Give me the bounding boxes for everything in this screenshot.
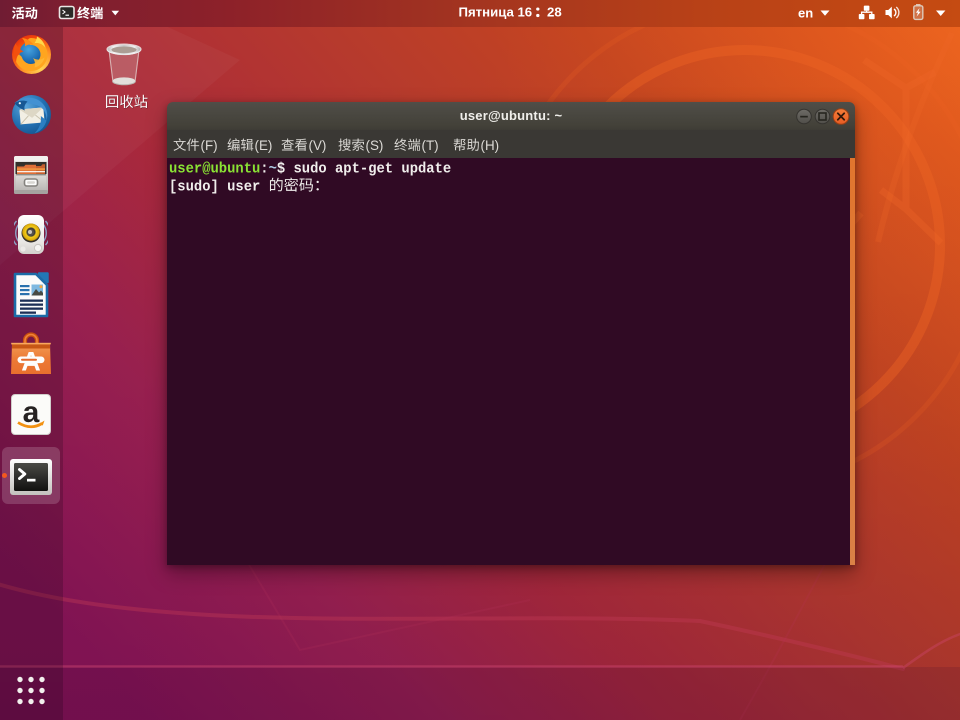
svg-text:(S): (S) [366, 138, 384, 153]
svg-text:$ sudo apt-get update: $ sudo apt-get update [277, 161, 451, 178]
svg-text:(T): (T) [422, 138, 439, 153]
svg-text:Пятница 16: Пятница 16 [459, 5, 533, 20]
svg-text:a: a [23, 396, 40, 429]
svg-text:~: ~ [269, 161, 277, 178]
svg-text:en: en [798, 6, 813, 21]
svg-text:28: 28 [547, 5, 562, 20]
svg-text:(E): (E) [255, 138, 273, 153]
svg-text:user@ubuntu: user@ubuntu [169, 161, 260, 178]
svg-text:(V): (V) [309, 138, 327, 153]
svg-text::: : [260, 161, 268, 178]
svg-text:[sudo] user: [sudo] user [169, 178, 269, 195]
svg-text:(F): (F) [201, 138, 218, 153]
svg-text:(H): (H) [481, 138, 500, 153]
